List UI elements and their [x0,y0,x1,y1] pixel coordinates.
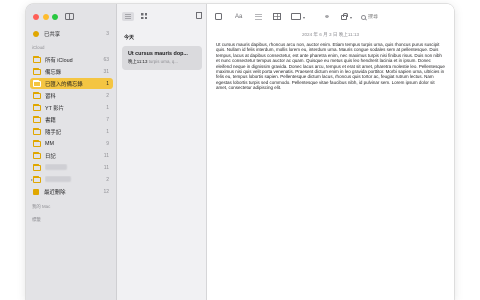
sidebar-item-redacted-2[interactable]: ▸ 2 [30,174,113,185]
folder-icon [33,115,41,123]
folder-icon [33,163,41,171]
my-mac-section-header[interactable]: 我的 Mac [32,204,50,210]
folder-icon [33,175,41,183]
close-window-button[interactable] [33,14,39,20]
checklist-icon[interactable] [254,13,263,21]
media-icon[interactable] [291,13,301,20]
redacted-label [45,163,67,170]
sidebar-item-label: 備忘錄 [45,69,62,76]
sidebar-item-count: 1 [106,104,109,111]
sidebar-toggle-icon[interactable] [65,13,74,20]
icloud-section-header: iCloud [32,45,45,50]
folder-icon [33,139,41,147]
zoom-window-button[interactable] [52,14,58,20]
delete-note-icon[interactable] [196,12,202,19]
sidebar-item-count: 63 [103,56,109,63]
sidebar-item-notes[interactable]: 備忘錄 31 [30,66,113,77]
format-text-icon[interactable]: Aa [235,13,242,21]
note-date: 2024 年 6 月 3 日 晚上11:13 [301,32,360,37]
sidebar-item-count: 2 [106,176,109,183]
search-icon [361,14,366,20]
window-controls [33,14,58,20]
sidebar-item-count: 3 [106,30,109,37]
sidebar-item-label: 所有 iCloud [45,57,73,64]
sidebar-item-mm[interactable]: MM 9 [30,138,113,149]
folder-icon [33,67,41,75]
sidebar-item-count: 31 [103,68,109,75]
note-title: Ut cursus mauris dop... [128,51,188,57]
note-meta: 晚上11:13 turpis urna, q... [128,59,196,65]
sidebar-item-jottings[interactable]: 隨手記 1 [30,126,113,137]
sidebar-item-count: 11 [103,164,109,171]
sidebar-item-count: 9 [106,140,109,147]
folder-icon [33,151,41,159]
sidebar-item-label: 隨手記 [45,129,62,136]
chevron-down-icon[interactable]: ▾ [350,13,352,21]
sidebar-item-label: 已匯入的備忘錄 [45,81,83,88]
note-body[interactable]: Ut cursus mauris dapibus, rhoncus arcu n… [216,42,445,91]
sidebar-item-yt-videos[interactable]: YT 影片 1 [30,102,113,113]
sidebar-item-redacted-1[interactable]: 11 [30,162,113,173]
sidebar-item-count: 2 [106,92,109,99]
sidebar-item-count: 1 [106,128,109,135]
note-time: 晚上11:13 [128,59,148,64]
list-view-icon[interactable] [122,12,134,21]
person-shared-icon [33,30,39,37]
folder-icon [33,91,41,99]
note-editor: Aa ▾ ⚭ ▾ 2024 年 6 月 3 日 晚上11:13 Ut cursu… [207,4,454,300]
sidebar-item-label [45,163,104,172]
notes-window: 已共享 3 iCloud 所有 iCloud 63 備忘錄 31 已匯入的備忘錄… [26,4,454,300]
sidebar-item-label: 最近刪除 [44,189,66,196]
trash-icon [33,188,39,195]
sidebar-item-label: MM [45,140,54,147]
sidebar-item-count: 7 [106,116,109,123]
compose-note-icon[interactable] [215,13,222,20]
collaborate-icon[interactable]: ⚭ [323,13,331,21]
sidebar-item-all-icloud[interactable]: 所有 iCloud 63 [30,54,113,65]
search-input[interactable] [368,14,408,20]
note-list-column: 今天 Ut cursus mauris dop... 晚上11:13 turpi… [117,4,207,300]
search-box[interactable] [361,12,421,22]
sidebar-item-diary[interactable]: 日記 11 [30,150,113,161]
sidebar-item-label: 已共享 [44,31,61,38]
sidebar-item-label: 書籍 [45,117,56,124]
lock-icon[interactable] [341,12,348,20]
editor-toolbar: Aa ▾ ⚭ ▾ [207,11,454,23]
sidebar-item-count: 1 [106,80,109,87]
chevron-down-icon[interactable]: ▾ [303,13,305,21]
sidebar-item-label [45,175,106,184]
sidebar-item-books[interactable]: 書籍 7 [30,114,113,125]
sidebar-item-imported-notes[interactable]: 已匯入的備忘錄 1 [30,78,113,89]
sidebar-item-study[interactable]: 習科 2 [30,90,113,101]
folder-icon [33,79,41,87]
sidebar-item-count: 12 [103,188,109,195]
sidebar: 已共享 3 iCloud 所有 iCloud 63 備忘錄 31 已匯入的備忘錄… [26,4,117,300]
sidebar-item-label: 日記 [45,153,56,160]
redacted-label [45,175,71,182]
sidebar-item-shared[interactable]: 已共享 3 [30,28,113,39]
table-icon[interactable] [273,13,281,20]
sidebar-item-count: 11 [103,152,109,159]
note-snippet: turpis urna, q... [148,59,178,64]
gallery-view-icon[interactable] [141,13,147,19]
sidebar-item-label: YT 影片 [45,105,65,112]
sidebar-item-label: 習科 [45,93,56,100]
folder-icon [33,103,41,111]
minimize-window-button[interactable] [42,14,49,20]
note-list-item[interactable]: Ut cursus mauris dop... 晚上11:13 turpis u… [122,46,202,70]
sidebar-item-recently-deleted[interactable]: 最近刪除 12 [30,186,113,197]
tags-section-header[interactable]: 標籤 [32,217,41,223]
folder-icon [33,55,41,63]
folder-icon [33,127,41,135]
note-list-section-today: 今天 [124,35,135,41]
